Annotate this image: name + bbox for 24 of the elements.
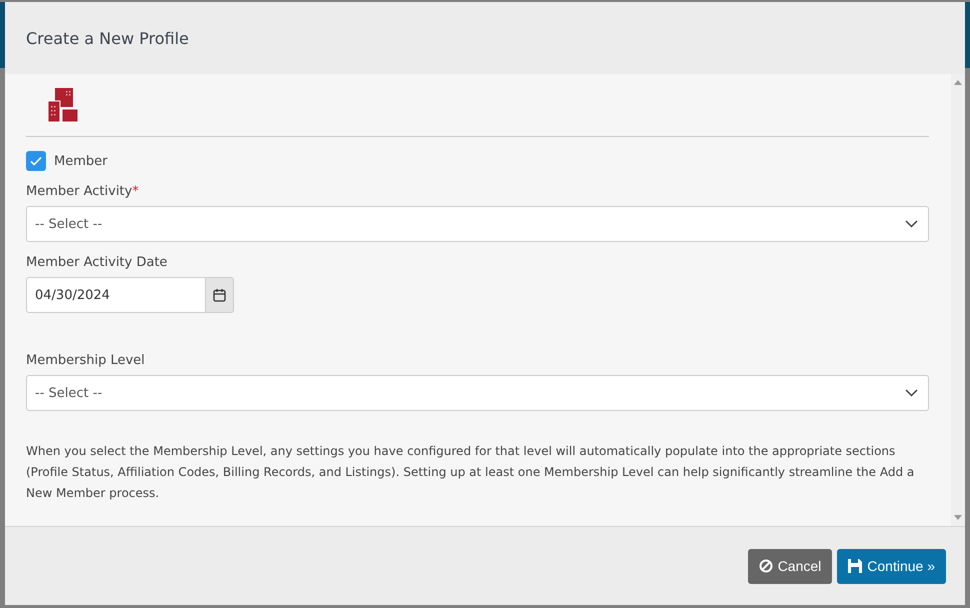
select-field[interactable]: -- Select -- <box>26 375 929 411</box>
help-text: When you select the Membership Level, any settings you have configured for that level will automatically populate into the appropriate sections (Profile Status, Affiliation Codes, Billing Records, and Listings). Setting up at least one Membership Level can help significantly streamline the Add a New Member process. <box>26 443 916 502</box>
scroll-up-icon[interactable] <box>954 80 962 85</box>
field-label: Membership Level <box>26 353 145 368</box>
checkmark-icon <box>29 154 43 168</box>
required-mark: * <box>132 184 139 199</box>
continue-button[interactable]: Continue » <box>837 548 946 584</box>
member-checkbox[interactable] <box>26 151 46 171</box>
chevron-down-icon <box>905 389 918 397</box>
buildings-icon <box>48 88 78 122</box>
prohibited-icon <box>758 559 773 573</box>
scrollbar[interactable] <box>951 74 965 526</box>
field-label: Member Activity <box>26 184 132 199</box>
scroll-down-icon[interactable] <box>954 515 962 520</box>
save-icon <box>848 559 862 573</box>
field-label: Member Activity Date <box>26 255 168 270</box>
calendar-button[interactable] <box>206 277 234 313</box>
calendar-icon <box>213 288 226 302</box>
cancel-button[interactable]: Cancel <box>748 548 832 584</box>
select-field[interactable]: -- Select -- <box>26 206 929 242</box>
date-field[interactable]: 04/30/2024 <box>26 277 206 313</box>
checkbox-label: Member <box>54 154 108 168</box>
dialog-title: Create a New Profile <box>26 28 189 48</box>
chevron-down-icon <box>905 220 918 228</box>
